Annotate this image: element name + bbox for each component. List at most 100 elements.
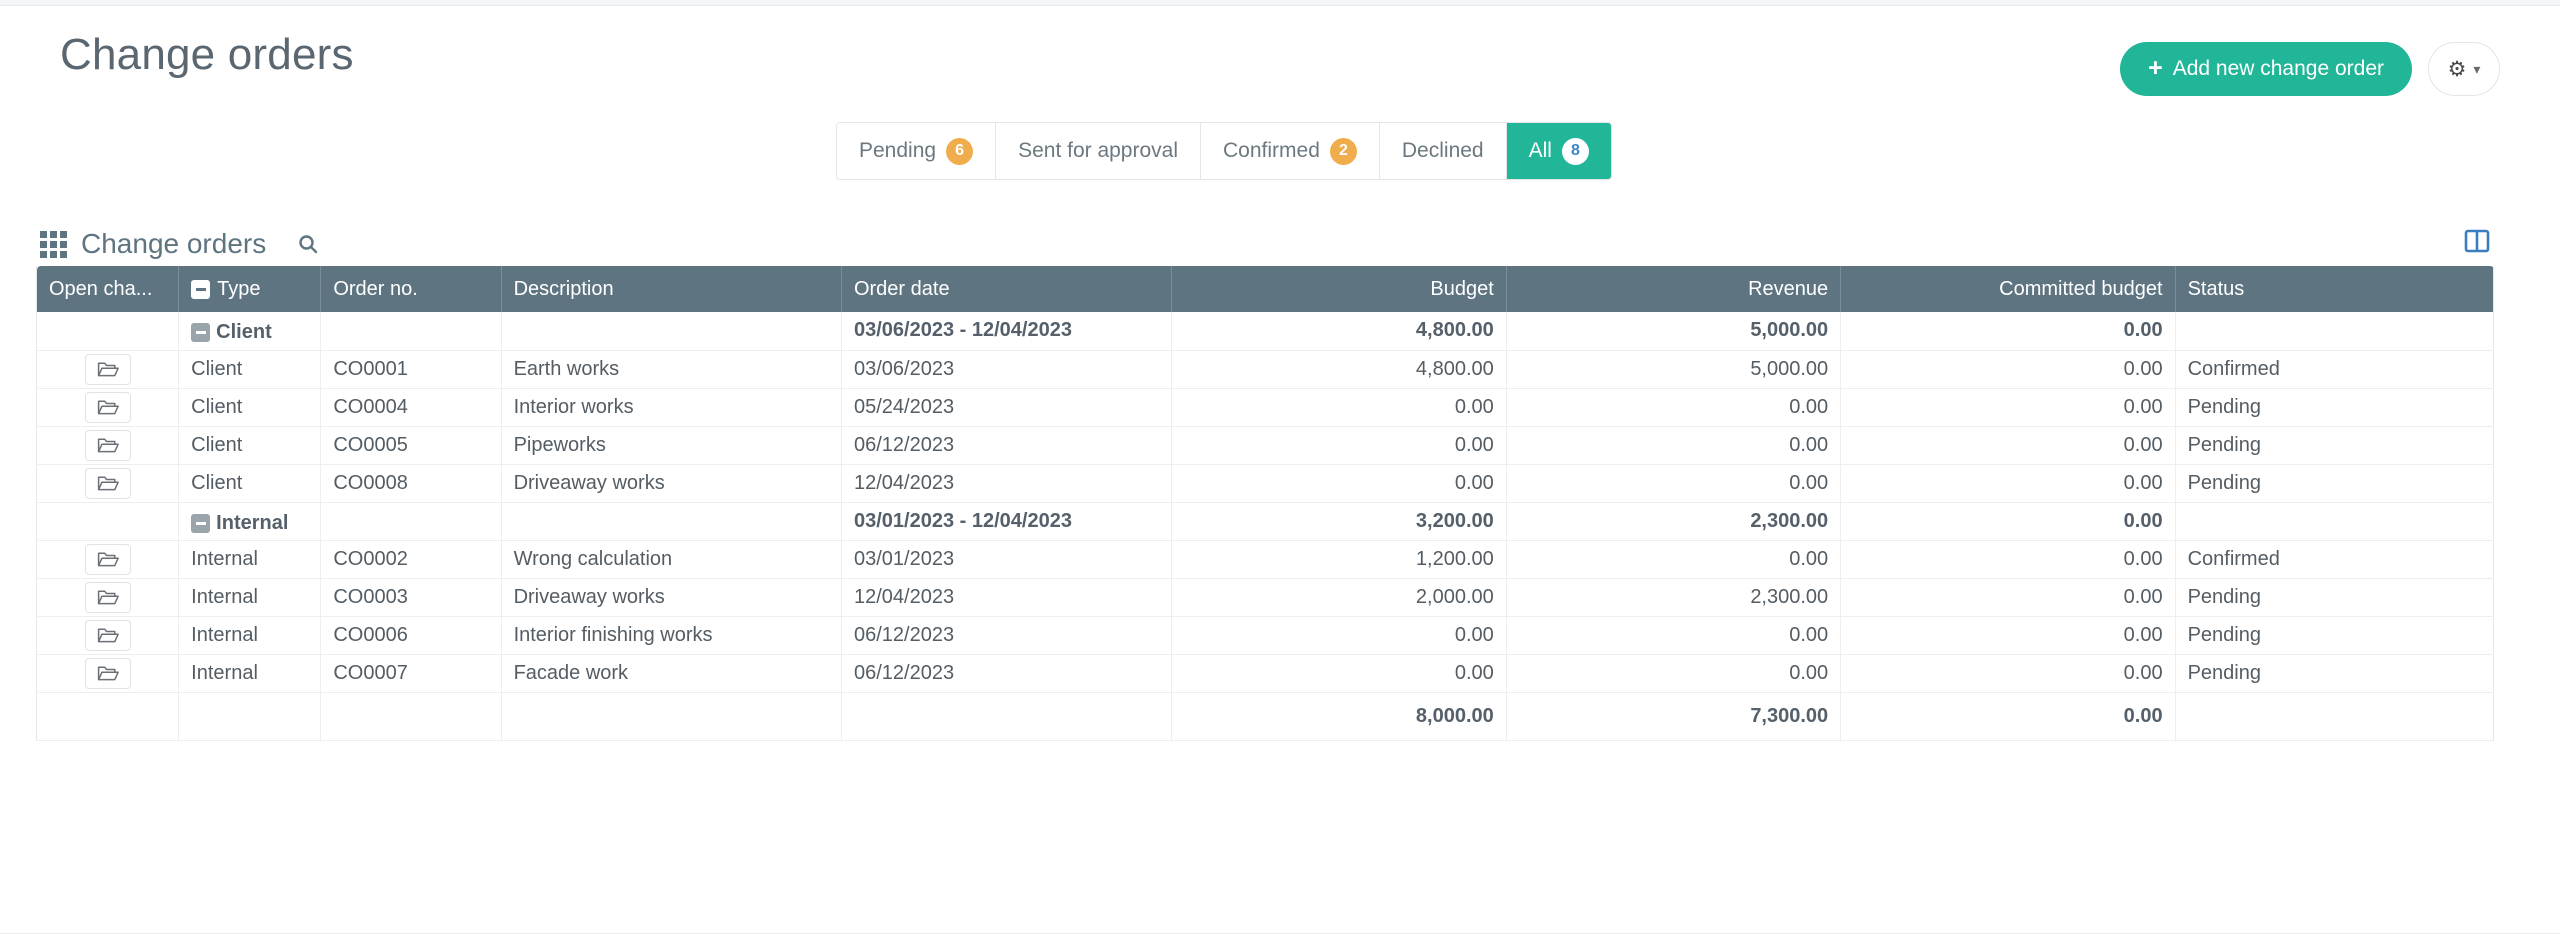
- column-header-budget-label: Budget: [1430, 277, 1494, 300]
- cell-order-no: [320, 692, 502, 741]
- cell-status: Pending: [2175, 616, 2494, 655]
- search-icon[interactable]: [296, 232, 320, 256]
- cell-revenue: 2,300.00: [1506, 502, 1842, 541]
- cell-type: Internal: [178, 540, 322, 579]
- table-header-row: Open cha... Type Order no. Description O…: [36, 266, 2494, 312]
- tab-all[interactable]: All 8: [1506, 123, 1611, 179]
- open-folder-icon[interactable]: [84, 657, 131, 689]
- cell-order-date: 06/12/2023: [841, 616, 1173, 655]
- table-row[interactable]: Internal CO0007 Facade work 06/12/2023 0.00 0…: [36, 654, 2494, 693]
- cell-committed-budget: 0.00: [1840, 692, 2176, 741]
- column-header-order-date[interactable]: Order date: [841, 266, 1173, 312]
- tab-sent-for-approval[interactable]: Sent for approval: [996, 123, 1202, 179]
- column-header-open-change-order[interactable]: Open cha...: [36, 266, 180, 312]
- column-header-order-no[interactable]: Order no.: [320, 266, 502, 312]
- chevron-down-icon: ▾: [2473, 61, 2481, 77]
- cell-revenue: 0.00: [1506, 388, 1842, 427]
- cell-budget: 1,200.00: [1171, 540, 1507, 579]
- column-header-budget[interactable]: Budget: [1171, 266, 1507, 312]
- open-folder-icon[interactable]: [84, 581, 131, 613]
- cell-budget: 8,000.00: [1171, 692, 1507, 741]
- open-folder-icon[interactable]: [84, 619, 131, 651]
- cell-committed-budget: 0.00: [1840, 350, 2176, 389]
- column-header-order-no-label: Order no.: [333, 277, 418, 300]
- cell-status: Pending: [2175, 426, 2494, 465]
- cell-revenue: 0.00: [1506, 426, 1842, 465]
- cell-revenue: 5,000.00: [1506, 312, 1842, 351]
- open-folder-icon[interactable]: [84, 467, 131, 499]
- cell-description: Driveaway works: [501, 578, 842, 617]
- cell-description: Earth works: [501, 350, 842, 389]
- tab-pending-label: Pending: [859, 139, 937, 162]
- table-row[interactable]: Client CO0004 Interior works 05/24/2023 0.00…: [36, 388, 2494, 427]
- tab-pending[interactable]: Pending 6: [837, 123, 997, 179]
- change-orders-page: Change orders + Add new change order ⚙ ▾…: [0, 0, 2560, 934]
- column-header-type[interactable]: Type: [178, 266, 322, 312]
- cell-description: Facade work: [501, 654, 842, 693]
- column-header-committed-budget-label: Committed budget: [1999, 277, 2163, 300]
- change-orders-table: Open cha... Type Order no. Description O…: [36, 266, 2494, 741]
- cell-order-no: CO0004: [320, 388, 502, 427]
- cell-status: Pending: [2175, 464, 2494, 503]
- open-folder-icon[interactable]: [84, 543, 131, 575]
- collapse-group-icon[interactable]: [191, 323, 211, 343]
- header-actions: + Add new change order ⚙ ▾: [2120, 42, 2500, 96]
- cell-status: Confirmed: [2175, 350, 2494, 389]
- cell-committed-budget: 0.00: [1840, 654, 2176, 693]
- open-folder-icon[interactable]: [84, 353, 131, 385]
- cell-committed-budget: 0.00: [1840, 540, 2176, 579]
- cell-order-date: 03/01/2023 - 12/04/2023: [841, 502, 1173, 541]
- cell-committed-budget: 0.00: [1840, 464, 2176, 503]
- table-row[interactable]: Client CO0001 Earth works 03/06/2023 4,800.0…: [36, 350, 2494, 389]
- table-row[interactable]: Client CO0005 Pipeworks 06/12/2023 0.00 0.00 0…: [36, 426, 2494, 465]
- table-body: Client 03/06/2023 - 12/04/2023 4,800.00 5,0…: [36, 312, 2494, 741]
- group-label: Client: [191, 321, 272, 344]
- cell-status: Confirmed: [2175, 540, 2494, 579]
- table-row[interactable]: Internal CO0003 Driveaway works 12/04/2023 2…: [36, 578, 2494, 617]
- cell-revenue: 0.00: [1506, 464, 1842, 503]
- open-change-order-cell: [36, 464, 180, 503]
- column-header-committed-budget[interactable]: Committed budget: [1840, 266, 2176, 312]
- cell-description: [501, 312, 842, 351]
- settings-menu-button[interactable]: ⚙ ▾: [2428, 42, 2500, 96]
- column-header-status[interactable]: Status: [2175, 266, 2494, 312]
- open-change-order-cell: [36, 350, 180, 389]
- grid-title: Change orders: [81, 228, 267, 259]
- table-row[interactable]: Internal CO0006 Interior finishing works 06…: [36, 616, 2494, 655]
- cell-revenue: 2,300.00: [1506, 578, 1842, 617]
- tab-declined[interactable]: Declined: [1379, 123, 1507, 179]
- cell-budget: 4,800.00: [1171, 350, 1507, 389]
- column-header-description[interactable]: Description: [501, 266, 842, 312]
- table-row[interactable]: Internal CO0002 Wrong calculation 03/01/202…: [36, 540, 2494, 579]
- open-change-order-cell: [36, 540, 180, 579]
- open-folder-icon[interactable]: [84, 391, 131, 423]
- add-new-change-order-button[interactable]: + Add new change order: [2120, 42, 2412, 96]
- column-header-open-change-order-label: Open cha...: [49, 277, 153, 300]
- cell-revenue: 0.00: [1506, 654, 1842, 693]
- cell-status: [2175, 502, 2494, 541]
- cell-revenue: 0.00: [1506, 540, 1842, 579]
- plus-icon: +: [2148, 53, 2163, 82]
- collapse-group-icon[interactable]: [191, 513, 211, 533]
- column-header-revenue[interactable]: Revenue: [1506, 266, 1842, 312]
- tab-all-badge: 8: [1561, 137, 1589, 165]
- cell-type: Internal: [178, 502, 322, 541]
- open-folder-icon[interactable]: [84, 429, 131, 461]
- collapse-group-icon[interactable]: [191, 279, 211, 299]
- tab-confirmed[interactable]: Confirmed 2: [1201, 123, 1380, 179]
- tab-sent-for-approval-label: Sent for approval: [1018, 139, 1179, 162]
- split-pane-icon[interactable]: [2460, 226, 2494, 256]
- cell-description: Pipeworks: [501, 426, 842, 465]
- column-header-description-label: Description: [513, 277, 614, 300]
- table-row[interactable]: Client CO0008 Driveaway works 12/04/2023 0.0…: [36, 464, 2494, 503]
- cell-type: Internal: [178, 578, 322, 617]
- cell-committed-budget: 0.00: [1840, 616, 2176, 655]
- open-change-order-cell: [36, 578, 180, 617]
- table-group-row: Internal 03/01/2023 - 12/04/2023 3,200.00 2…: [36, 502, 2494, 541]
- change-orders-grid-panel: Change orders Open cha... Type Order no.…: [36, 222, 2494, 741]
- group-name: Internal: [216, 511, 289, 534]
- cell-order-no: [320, 502, 502, 541]
- cell-type: Client: [178, 350, 322, 389]
- group-name: Client: [216, 321, 272, 344]
- cell-description: Interior finishing works: [501, 616, 842, 655]
